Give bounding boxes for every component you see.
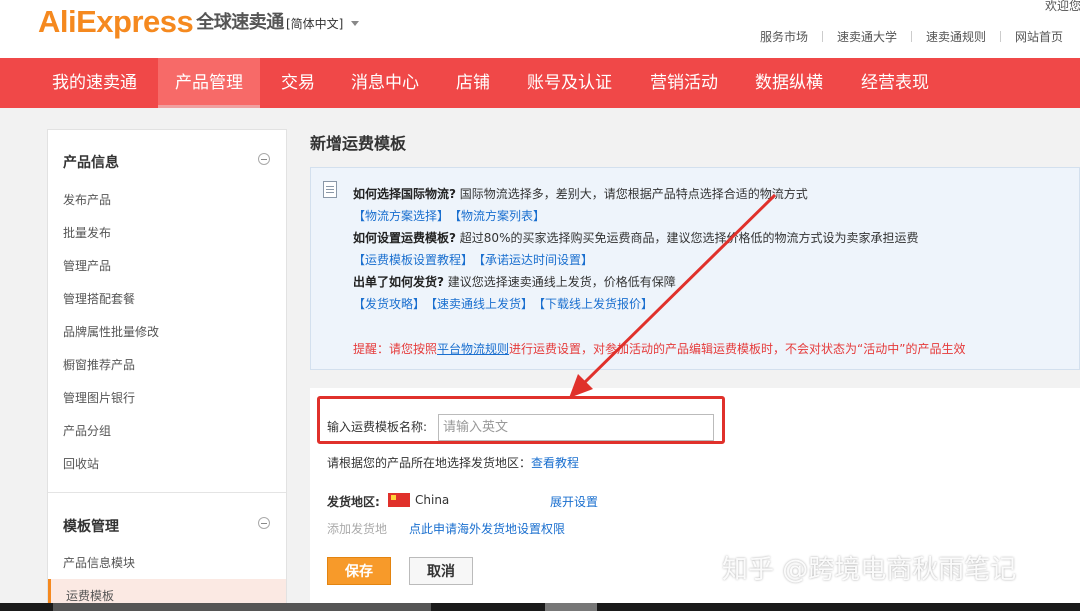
region-hint-text: 请根据您的产品所在地选择发货地区：	[327, 456, 532, 470]
logo-text: AliExpress	[38, 4, 194, 39]
info-links-logistics: 【物流方案选择】 【物流方案列表】	[353, 207, 551, 224]
divider	[1000, 31, 1002, 42]
language-selector[interactable]: [简体中文]	[286, 15, 360, 32]
link-template-tutorial[interactable]: 【运费模板设置教程】	[353, 253, 473, 267]
nav-item-performance[interactable]: 经营表现	[861, 58, 929, 108]
top-header: AliExpress 全球速卖通 [简体中文] 欢迎您 服务市场 速卖通大学 速卖通规…	[0, 0, 1080, 58]
collapse-icon[interactable]	[258, 517, 270, 529]
nav-item-messages[interactable]: 消息中心	[351, 58, 419, 108]
info-links-template: 【运费模板设置教程】 【承诺运达时间设置】	[353, 251, 599, 268]
sidebar-item-bundles[interactable]: 管理搭配套餐	[63, 290, 135, 307]
main-nav: 我的速卖通 产品管理 交易 消息中心 店铺 账号及认证 营销活动 数据纵横 经营…	[0, 58, 1080, 108]
info-line-template: 如何设置运费模板? 超过80%的买家选择购买免运费商品，建议您选择价格低的物流方…	[353, 229, 918, 246]
cancel-button[interactable]: 取消	[409, 557, 473, 585]
divider	[48, 492, 286, 493]
expand-settings-link[interactable]: 展开设置	[550, 493, 598, 510]
top-link-rules[interactable]: 速卖通规则	[926, 28, 986, 45]
ship-region-label: 发货地区:	[327, 495, 380, 509]
info-line-shipping: 出单了如何发货? 建议您选择速卖通线上发货，价格低有保障	[353, 273, 676, 290]
sidebar-item-recycle-bin[interactable]: 回收站	[63, 455, 99, 472]
link-download-quote[interactable]: 【下载线上发货报价】	[539, 297, 653, 311]
notice-text: 提醒：请您按照平台物流规则进行运费设置，对参加活动的产品编辑运费模板时，不会对状…	[353, 340, 965, 357]
top-link-university[interactable]: 速卖通大学	[837, 28, 897, 45]
info-line-logistics: 如何选择国际物流? 国际物流选择多，差别大，请您根据产品特点选择合适的物流方式	[353, 185, 808, 202]
info-answer: 建议您选择速卖通线上发货，价格低有保障	[447, 275, 676, 289]
link-delivery-time[interactable]: 【承诺运达时间设置】	[479, 253, 593, 267]
save-button[interactable]: 保存	[327, 557, 391, 585]
info-question: 如何设置运费模板?	[353, 231, 456, 245]
sidebar-item-showcase[interactable]: 橱窗推荐产品	[63, 356, 135, 373]
info-answer: 超过80%的买家选择购买免运费商品，建议您选择价格低的物流方式设为卖家承担运费	[459, 231, 919, 245]
watermark: 知乎 @跨境电商秋雨笔记	[722, 555, 1017, 585]
nav-item-product-management[interactable]: 产品管理	[158, 58, 260, 108]
divider	[911, 31, 913, 42]
link-logistics-choice[interactable]: 【物流方案选择】	[353, 209, 449, 223]
region-hint: 请根据您的产品所在地选择发货地区：查看教程	[327, 454, 579, 471]
document-icon	[323, 181, 337, 198]
nav-item-store[interactable]: 店铺	[456, 58, 490, 108]
aliexpress-logo[interactable]: AliExpress 全球速卖通	[38, 4, 284, 40]
nav-item-account[interactable]: 账号及认证	[527, 58, 612, 108]
sidebar-item-label: 运费模板	[66, 589, 115, 603]
apply-overseas-link[interactable]: 点此申请海外发货地设置权限	[409, 520, 565, 537]
nav-item-my-aliexpress[interactable]: 我的速卖通	[52, 58, 137, 108]
collapse-icon[interactable]	[258, 153, 270, 165]
sidebar-section-title-templates: 模板管理	[63, 519, 119, 535]
china-flag-icon	[388, 493, 410, 507]
link-online-shipping[interactable]: 【速卖通线上发货】	[431, 297, 533, 311]
info-links-shipping: 【发货攻略】 【速卖通线上发货】 【下载线上发货报价】	[353, 295, 659, 312]
language-label: [简体中文]	[286, 17, 344, 31]
add-region-button[interactable]: 添加发货地	[327, 520, 387, 537]
notice-prefix: 提醒：请您按照	[353, 342, 438, 356]
info-answer: 国际物流选择多，差别大，请您根据产品特点选择合适的物流方式	[459, 187, 808, 201]
top-link-home[interactable]: 网站首页	[1015, 28, 1063, 45]
bottom-bar-segment	[545, 603, 597, 611]
nav-item-marketing[interactable]: 营销活动	[650, 58, 718, 108]
sidebar-item-groups[interactable]: 产品分组	[63, 422, 111, 439]
sidebar-item-manage-products[interactable]: 管理产品	[63, 257, 111, 274]
ship-region-value: China	[415, 493, 450, 507]
link-tutorial[interactable]: 查看教程	[531, 456, 579, 470]
link-shipping-guide[interactable]: 【发货攻略】	[353, 297, 425, 311]
sidebar-item-publish-product[interactable]: 发布产品	[63, 191, 111, 208]
logo-cn-text: 全球速卖通	[196, 12, 284, 33]
info-question: 出单了如何发货?	[353, 275, 444, 289]
sidebar: 产品信息 发布产品 批量发布 管理产品 管理搭配套餐 品牌属性批量修改 橱窗推荐…	[47, 129, 287, 611]
bottom-bar	[0, 603, 1080, 611]
welcome-text: 欢迎您	[1045, 0, 1080, 13]
highlight-box	[317, 396, 725, 444]
divider	[822, 31, 824, 42]
link-logistics-rules[interactable]: 平台物流规则	[437, 342, 509, 356]
sidebar-item-brand-attributes[interactable]: 品牌属性批量修改	[63, 323, 159, 340]
notice-suffix: 进行运费设置，对参加活动的产品编辑运费模板时，不会对状态为“活动中”的产品生效	[509, 342, 966, 356]
page-title: 新增运费模板	[310, 134, 407, 153]
link-logistics-list[interactable]: 【物流方案列表】	[455, 209, 545, 223]
sidebar-item-image-bank[interactable]: 管理图片银行	[63, 389, 135, 406]
top-links: 服务市场 速卖通大学 速卖通规则 网站首页	[760, 28, 1063, 45]
bottom-bar-segment	[53, 603, 431, 611]
info-panel: 如何选择国际物流? 国际物流选择多，差别大，请您根据产品特点选择合适的物流方式 …	[310, 167, 1080, 370]
sidebar-section-title-product-info: 产品信息	[63, 155, 119, 171]
sidebar-item-product-info-module[interactable]: 产品信息模块	[63, 554, 135, 571]
chevron-down-icon	[351, 21, 360, 26]
sidebar-item-batch-publish[interactable]: 批量发布	[63, 224, 111, 241]
nav-item-data[interactable]: 数据纵横	[755, 58, 823, 108]
nav-item-trade[interactable]: 交易	[281, 58, 315, 108]
top-link-service-market[interactable]: 服务市场	[760, 28, 808, 45]
info-question: 如何选择国际物流?	[353, 187, 456, 201]
